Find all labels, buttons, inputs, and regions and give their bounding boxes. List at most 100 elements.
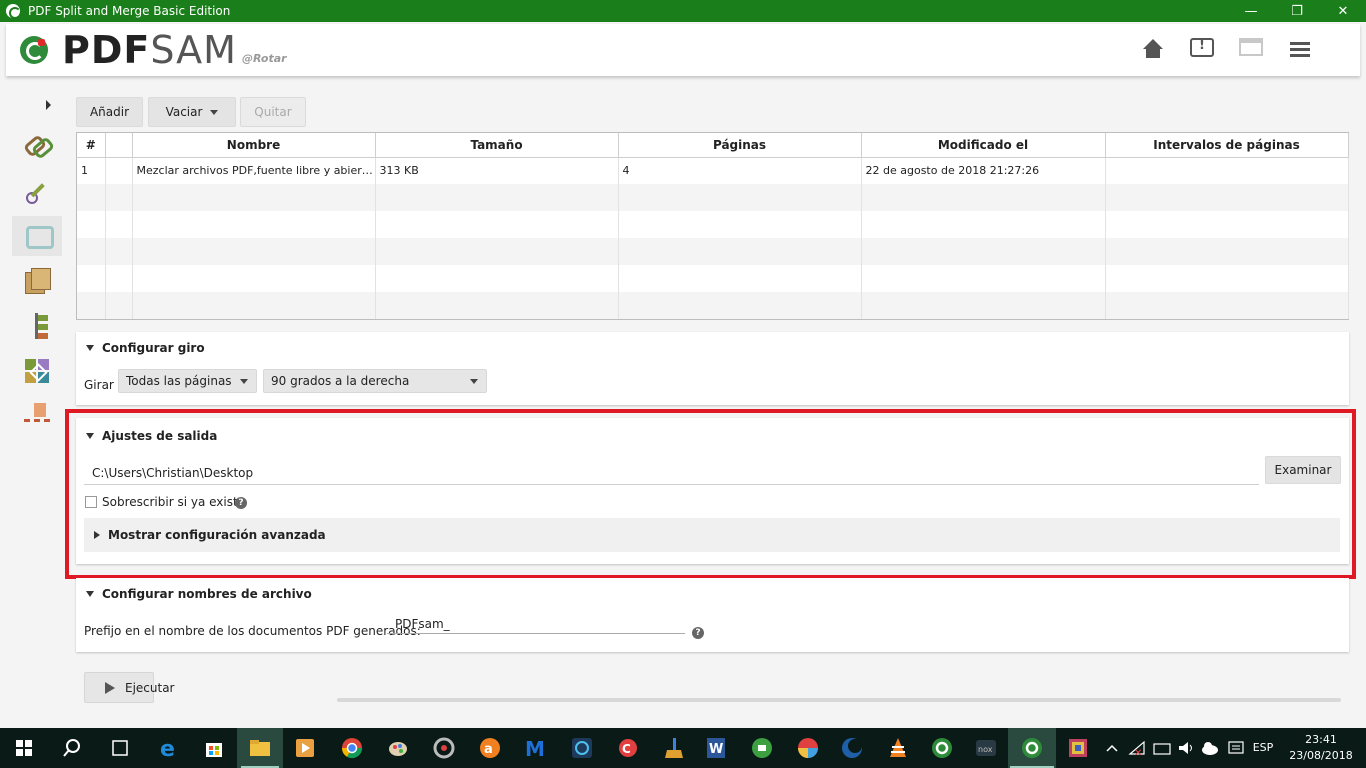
help-icon[interactable]: ?	[692, 627, 704, 639]
network-icon[interactable]: ✕	[1128, 736, 1148, 760]
sidebar-item-extract[interactable]	[12, 261, 62, 301]
word-icon[interactable]: W	[704, 736, 728, 760]
run-button[interactable]: Ejecutar	[84, 672, 175, 703]
minimize-button[interactable]: —	[1228, 0, 1274, 22]
windows-start-icon[interactable]	[16, 740, 32, 756]
cell-modified: 22 de agosto de 2018 21:27:26	[861, 157, 1106, 184]
pdfsam-taskbar-icon[interactable]	[930, 736, 954, 760]
file-explorer-icon[interactable]	[248, 736, 272, 760]
feedback-icon[interactable]	[1190, 38, 1214, 57]
winrar-like-icon[interactable]	[1066, 736, 1090, 760]
cleaner-broom-icon[interactable]	[662, 736, 686, 760]
filenames-panel-title[interactable]: Configurar nombres de archivo	[86, 587, 312, 601]
store-icon[interactable]	[202, 736, 226, 760]
cell-size: 313 KB	[375, 157, 619, 184]
taskbar: e a M C W nox ✕ ESP 23:41 23/08/2018	[0, 728, 1366, 768]
clock-time[interactable]: 23:41	[1286, 733, 1356, 746]
filenames-settings-panel: Configurar nombres de archivo Prefijo en…	[76, 578, 1349, 652]
home-icon[interactable]	[1141, 38, 1165, 62]
volume-icon[interactable]	[1176, 736, 1196, 760]
bookmarks-tree-icon	[22, 311, 52, 341]
scissors-icon	[22, 176, 52, 206]
highlight-frame	[65, 409, 1356, 579]
play-icon	[105, 681, 115, 694]
green-app-icon[interactable]	[750, 736, 774, 760]
rotate-settings-panel: Configurar giro Girar Todas las páginas …	[76, 332, 1349, 405]
column-header-name[interactable]: Nombre	[132, 133, 376, 158]
sidebar-item-split[interactable]	[12, 171, 62, 211]
edge-browser-icon[interactable]: e	[156, 736, 180, 762]
sidebar-item-split-size[interactable]	[12, 396, 62, 436]
svg-text:e: e	[160, 737, 175, 760]
search-icon[interactable]	[61, 736, 85, 760]
sidebar-item-alternate-mix[interactable]	[12, 351, 62, 391]
action-center-icon[interactable]	[1226, 736, 1246, 760]
malwarebytes-icon[interactable]: M	[524, 736, 548, 761]
avast-icon[interactable]: a	[478, 736, 502, 760]
clear-button[interactable]: Vaciar	[148, 97, 236, 127]
chevron-up-icon[interactable]	[1104, 736, 1120, 760]
add-button[interactable]: Añadir	[76, 97, 143, 127]
cell-name: Mezclar archivos PDF,fuente libre y abie…	[132, 157, 376, 184]
column-header-size[interactable]: Tamaño	[375, 133, 619, 158]
app-header: PDFSAM @Rotar	[6, 24, 1360, 76]
remove-button[interactable]: Quitar	[240, 97, 306, 127]
empty-table-row	[77, 211, 1349, 238]
column-header-pages[interactable]: Páginas	[618, 133, 862, 158]
extract-pages-icon	[22, 266, 52, 296]
task-view-icon[interactable]	[108, 736, 132, 760]
cell-page-ranges[interactable]	[1105, 157, 1349, 184]
chrome-icon[interactable]	[340, 736, 364, 760]
cloud-upload-icon[interactable]	[1200, 736, 1220, 760]
colorful-app-icon[interactable]	[796, 736, 820, 760]
pdfsam-app-icon	[6, 4, 21, 19]
cell-flag	[105, 157, 133, 184]
logo-text: PDFSAM	[62, 28, 237, 72]
sidebar-expand-icon[interactable]	[46, 100, 51, 110]
empty-table-row	[77, 238, 1349, 265]
rotate-degrees-select[interactable]: 90 grados a la derecha	[263, 369, 487, 393]
news-icon[interactable]	[1239, 38, 1263, 56]
column-header-modified[interactable]: Modificado el	[861, 133, 1106, 158]
svg-text:M: M	[525, 737, 545, 760]
rotate-label: Girar	[84, 378, 114, 392]
sidebar-item-merge[interactable]	[12, 126, 62, 166]
svg-text:a: a	[484, 742, 493, 757]
column-header-flag[interactable]	[105, 133, 133, 158]
maximize-button[interactable]: ❐	[1274, 0, 1320, 22]
empty-table-row	[77, 184, 1349, 211]
keyboard-icon[interactable]	[1152, 736, 1172, 760]
collapse-triangle-icon	[86, 591, 94, 597]
language-indicator[interactable]: ESP	[1250, 741, 1276, 754]
pdfsam-logo-icon	[20, 36, 48, 64]
progress-bar	[337, 698, 1341, 702]
menu-icon[interactable]	[1288, 38, 1312, 62]
chevron-down-icon[interactable]	[210, 109, 219, 115]
rotate-pages-select[interactable]: Todas las páginas	[118, 369, 257, 393]
nox-icon[interactable]: nox	[974, 736, 998, 760]
clear-button-label: Vaciar	[165, 105, 203, 119]
table-row[interactable]: 1 Mezclar archivos PDF,fuente libre y ab…	[77, 157, 1349, 184]
sidebar-item-rotate[interactable]	[12, 216, 62, 256]
ccleaner-icon[interactable]: C	[616, 736, 640, 760]
column-header-number[interactable]: #	[77, 133, 106, 158]
sidebar-item-split-bookmarks[interactable]	[12, 306, 62, 346]
close-button[interactable]: ✕	[1320, 0, 1366, 22]
paint-icon[interactable]	[386, 736, 410, 760]
chevron-down-icon	[470, 379, 478, 384]
ccleaner-like-icon[interactable]	[432, 736, 456, 760]
prefix-input[interactable]: PDFsam_	[387, 614, 685, 634]
video-app-icon[interactable]	[293, 736, 317, 760]
clock-date[interactable]: 23/08/2018	[1286, 749, 1356, 762]
table-header-row: # Nombre Tamaño Páginas Modificado el In…	[77, 133, 1349, 158]
svg-text:nox: nox	[978, 745, 993, 754]
rotate-icon	[22, 221, 54, 251]
moon-app-icon[interactable]	[840, 736, 864, 760]
merge-icon	[22, 131, 52, 161]
title-bar: PDF Split and Merge Basic Edition — ❐ ✕	[0, 0, 1366, 22]
rotate-panel-title[interactable]: Configurar giro	[86, 341, 205, 355]
column-header-page-ranges[interactable]: Intervalos de páginas	[1105, 133, 1349, 158]
vlc-icon[interactable]	[886, 736, 910, 760]
pdfsam-active-icon[interactable]	[1020, 736, 1044, 760]
teamviewer-like-icon[interactable]	[570, 736, 594, 760]
